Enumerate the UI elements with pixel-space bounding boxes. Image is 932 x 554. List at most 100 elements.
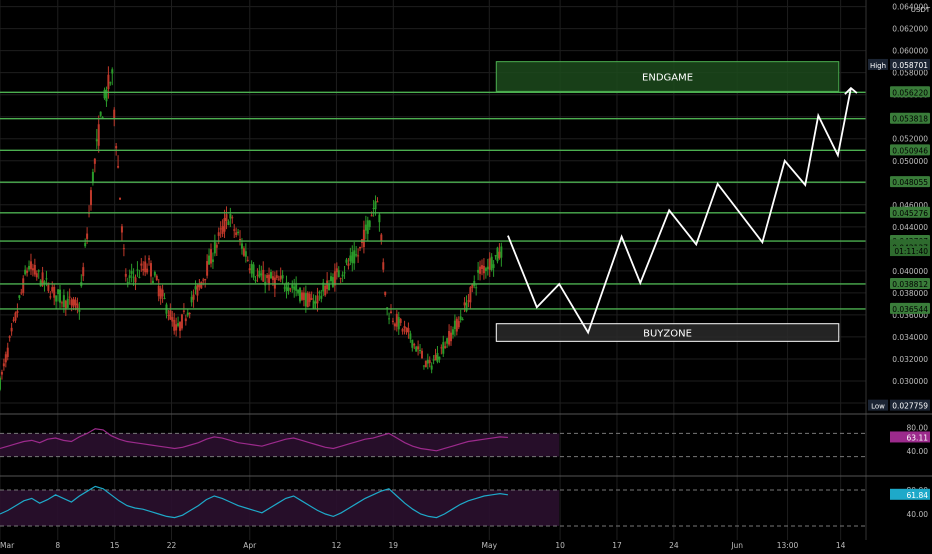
candle-body [84,242,87,247]
candle-body [281,275,284,279]
candle-body [91,171,94,184]
candle-body [436,352,439,362]
candle-body [275,275,278,279]
candle-body [413,343,416,346]
candle-body [0,371,3,375]
price-tick-label: 0.044000 [892,223,928,232]
candle-body [132,276,135,278]
candle-body [124,273,127,277]
candle-body [490,256,493,270]
candle-body [115,146,118,149]
candle-body [173,319,176,331]
candle-body [111,69,114,74]
chart-container[interactable]: ENDGAME BUYZONE USDT 0.064000 0.062000 0.0600… [0,0,932,550]
candle-body [453,320,456,330]
price-tick-label: 0.030000 [892,377,928,386]
candle-body [492,264,495,268]
candle-body [366,220,369,234]
candle-body [225,214,228,222]
candle-body [486,266,489,270]
candle-body [438,356,441,360]
candle-body [153,272,156,276]
candle-body [293,286,296,290]
candle-body [45,278,48,280]
candle-body [357,255,360,257]
candle-body [219,228,222,230]
candle-body [310,297,313,301]
candle-body [148,258,151,260]
candle-body [318,291,321,294]
candle-body [62,295,65,307]
candle-body [256,274,259,276]
time-tick-label: 15 [110,541,120,550]
candle-body [86,233,89,239]
candle-body [337,270,340,278]
time-tick-label: 10 [555,541,565,550]
candle-body [299,287,302,302]
candle-body [186,312,189,316]
candle-body [417,346,420,350]
candle-body [157,285,160,297]
candle-body [424,360,427,368]
candle-body [209,249,212,264]
candle-body [239,238,242,241]
candle-body [53,286,56,298]
candle-body [213,242,216,254]
level-label: 0.038812 [892,280,928,289]
candle-body [440,347,443,349]
candle-body [250,263,253,274]
candle-body [49,296,52,298]
candle-body [194,286,197,290]
candle-body [475,287,478,289]
candle-body [266,275,269,279]
candle-body [204,278,207,281]
candle-body [10,327,13,332]
candle-body [345,259,348,263]
candle-body [57,289,60,295]
candle-body [401,328,404,332]
candle-body [179,322,182,331]
candle-body [240,243,243,249]
candle-body [188,312,191,314]
candle-body [300,292,303,300]
candle-body [393,323,396,327]
candle-body [302,292,305,301]
candle-body [149,263,152,277]
candle-body [450,332,453,342]
price-tick-label: 0.034000 [892,333,928,342]
candle-body [341,274,344,277]
candle-body [206,261,209,276]
candle-body [175,324,178,331]
time-tick-label: 13:00 [777,541,799,550]
countdown-label: 01:11:40 [894,247,928,256]
candle-body [246,259,249,261]
candle-body [409,333,412,339]
time-tick-label: 12 [332,541,342,550]
candle-body [140,263,143,266]
candle-body [64,300,67,309]
zone-label-buyzone: BUYZONE [643,329,692,340]
candle-body [426,359,429,364]
marker-label: 0.058701 [892,61,928,70]
indicator-band [0,433,560,457]
indicator-tick-label: 40.00 [907,447,929,456]
candle-body [97,124,100,146]
price-chart[interactable]: ENDGAMEBUYZONEUSDT0.0640000.0620000.0600… [0,0,932,550]
candle-body [202,279,205,281]
candle-body [159,288,162,299]
candle-body [283,287,286,289]
candle-body [320,295,323,299]
candle-body [35,273,38,278]
candle-body [291,284,294,289]
indicator-value-label: 61.84 [907,491,929,500]
price-tick-label: 0.040000 [892,267,928,276]
candle-body [335,268,338,273]
candle-body [237,231,240,234]
candle-body [372,208,375,210]
candle-body [455,318,458,332]
candle-body [26,270,29,273]
candle-body [488,258,491,270]
candle-body [364,224,367,231]
candle-body [78,309,81,312]
price-tick-label: 0.060000 [892,47,928,56]
